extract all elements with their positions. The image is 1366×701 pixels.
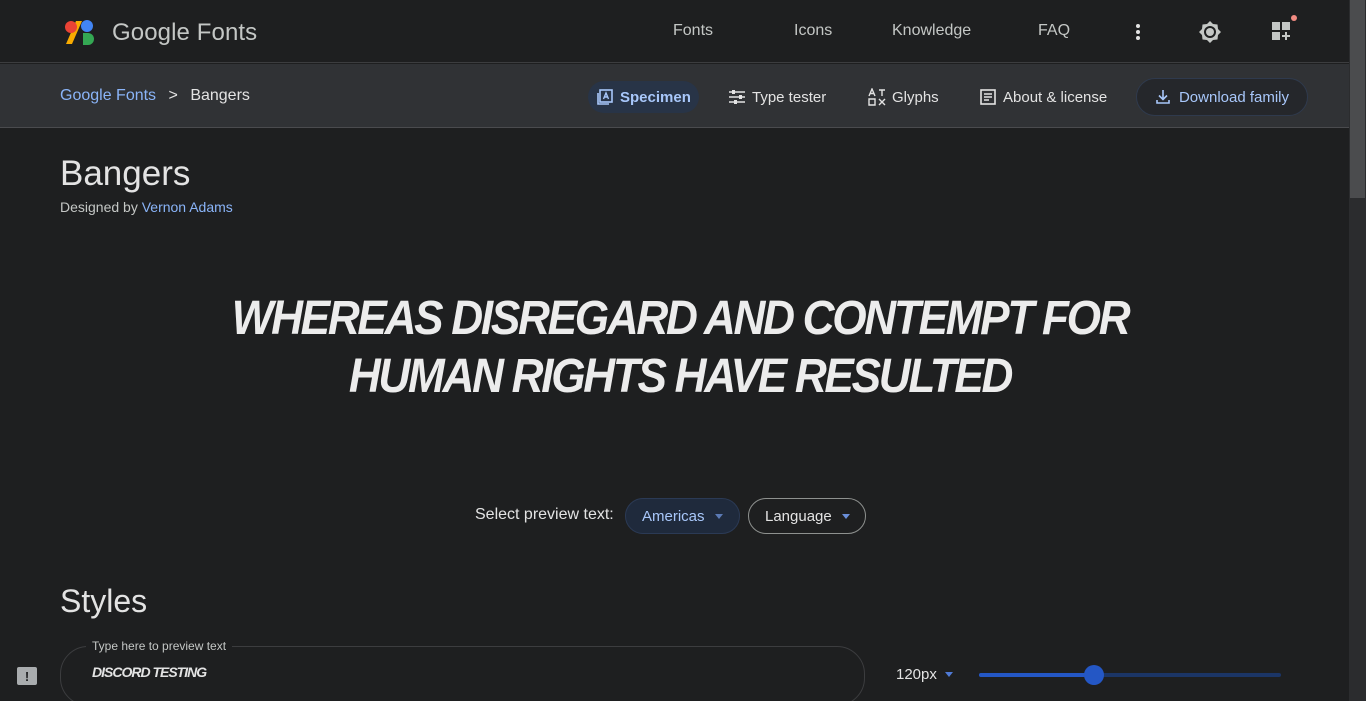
styles-heading: Styles	[60, 583, 148, 619]
scrollbar[interactable]	[1349, 0, 1366, 701]
theme-toggle-icon[interactable]	[1198, 20, 1222, 44]
tab-glyphs[interactable]: Glyphs	[860, 81, 947, 113]
font-family-title: Bangers	[60, 154, 191, 193]
font-size-slider[interactable]	[979, 665, 1281, 685]
nav-faq[interactable]: FAQ	[1038, 22, 1070, 40]
breadcrumb: Google Fonts > Bangers	[60, 87, 250, 105]
designer-link[interactable]: Vernon Adams	[142, 199, 233, 215]
article-icon	[980, 89, 996, 105]
slider-fill	[979, 673, 1094, 677]
tab-about-license-label: About & license	[1003, 88, 1108, 106]
download-icon	[1156, 90, 1170, 104]
nav-knowledge[interactable]: Knowledge	[892, 22, 971, 40]
google-fonts-logo-icon[interactable]	[64, 18, 98, 46]
tab-type-tester-label: Type tester	[752, 88, 827, 106]
tab-specimen-label: Specimen	[620, 88, 691, 106]
preview-text-label: Select preview text:	[475, 506, 614, 523]
tab-glyphs-label: Glyphs	[892, 88, 939, 106]
region-select[interactable]: Americas	[625, 498, 740, 534]
specimen-hero-text: Whereas disregard and contempt for human…	[231, 292, 1131, 403]
nav-icons[interactable]: Icons	[794, 22, 832, 40]
language-select[interactable]: Language	[748, 498, 866, 534]
tune-icon	[729, 90, 745, 104]
chevron-down-icon	[714, 513, 723, 519]
designer-line: Designed by Vernon Adams	[60, 199, 233, 215]
more-vert-icon[interactable]	[1128, 22, 1148, 42]
download-family-button[interactable]: Download family	[1136, 78, 1308, 116]
tab-type-tester[interactable]: Type tester	[720, 81, 834, 113]
scrollbar-thumb[interactable]	[1350, 0, 1365, 198]
preview-input-value[interactable]: Discord Testing	[92, 664, 207, 680]
breadcrumb-root-link[interactable]: Google Fonts	[60, 87, 156, 104]
font-size-value: 120px	[896, 666, 937, 683]
font-toolbar: Google Fonts > Bangers Specimen Type tes…	[0, 64, 1349, 128]
preview-input-label: Type here to preview text	[86, 639, 233, 653]
glyphs-icon	[868, 88, 886, 106]
specimen-icon	[597, 89, 613, 105]
tab-about-license[interactable]: About & license	[971, 81, 1115, 113]
download-family-label: Download family	[1178, 88, 1290, 106]
feedback-icon[interactable]: !	[17, 667, 37, 685]
nav-fonts[interactable]: Fonts	[673, 22, 713, 40]
language-select-value: Language	[765, 507, 832, 525]
font-size-select[interactable]: 120px	[896, 666, 953, 683]
slider-thumb[interactable]	[1083, 665, 1104, 685]
apps-grid-icon[interactable]	[1270, 14, 1300, 44]
page: Google Fonts Fonts Icons Knowledge FAQ G…	[0, 0, 1366, 701]
brand-name[interactable]: Google Fonts	[112, 19, 257, 47]
designed-by-prefix: Designed by	[60, 199, 138, 215]
tab-specimen[interactable]: Specimen	[588, 81, 699, 113]
chevron-down-icon	[944, 672, 953, 677]
top-app-bar: Google Fonts Fonts Icons Knowledge FAQ	[0, 0, 1349, 63]
chevron-down-icon	[841, 513, 850, 519]
region-select-value: Americas	[642, 507, 705, 525]
breadcrumb-current: Bangers	[190, 87, 250, 104]
breadcrumb-separator: >	[168, 87, 178, 104]
